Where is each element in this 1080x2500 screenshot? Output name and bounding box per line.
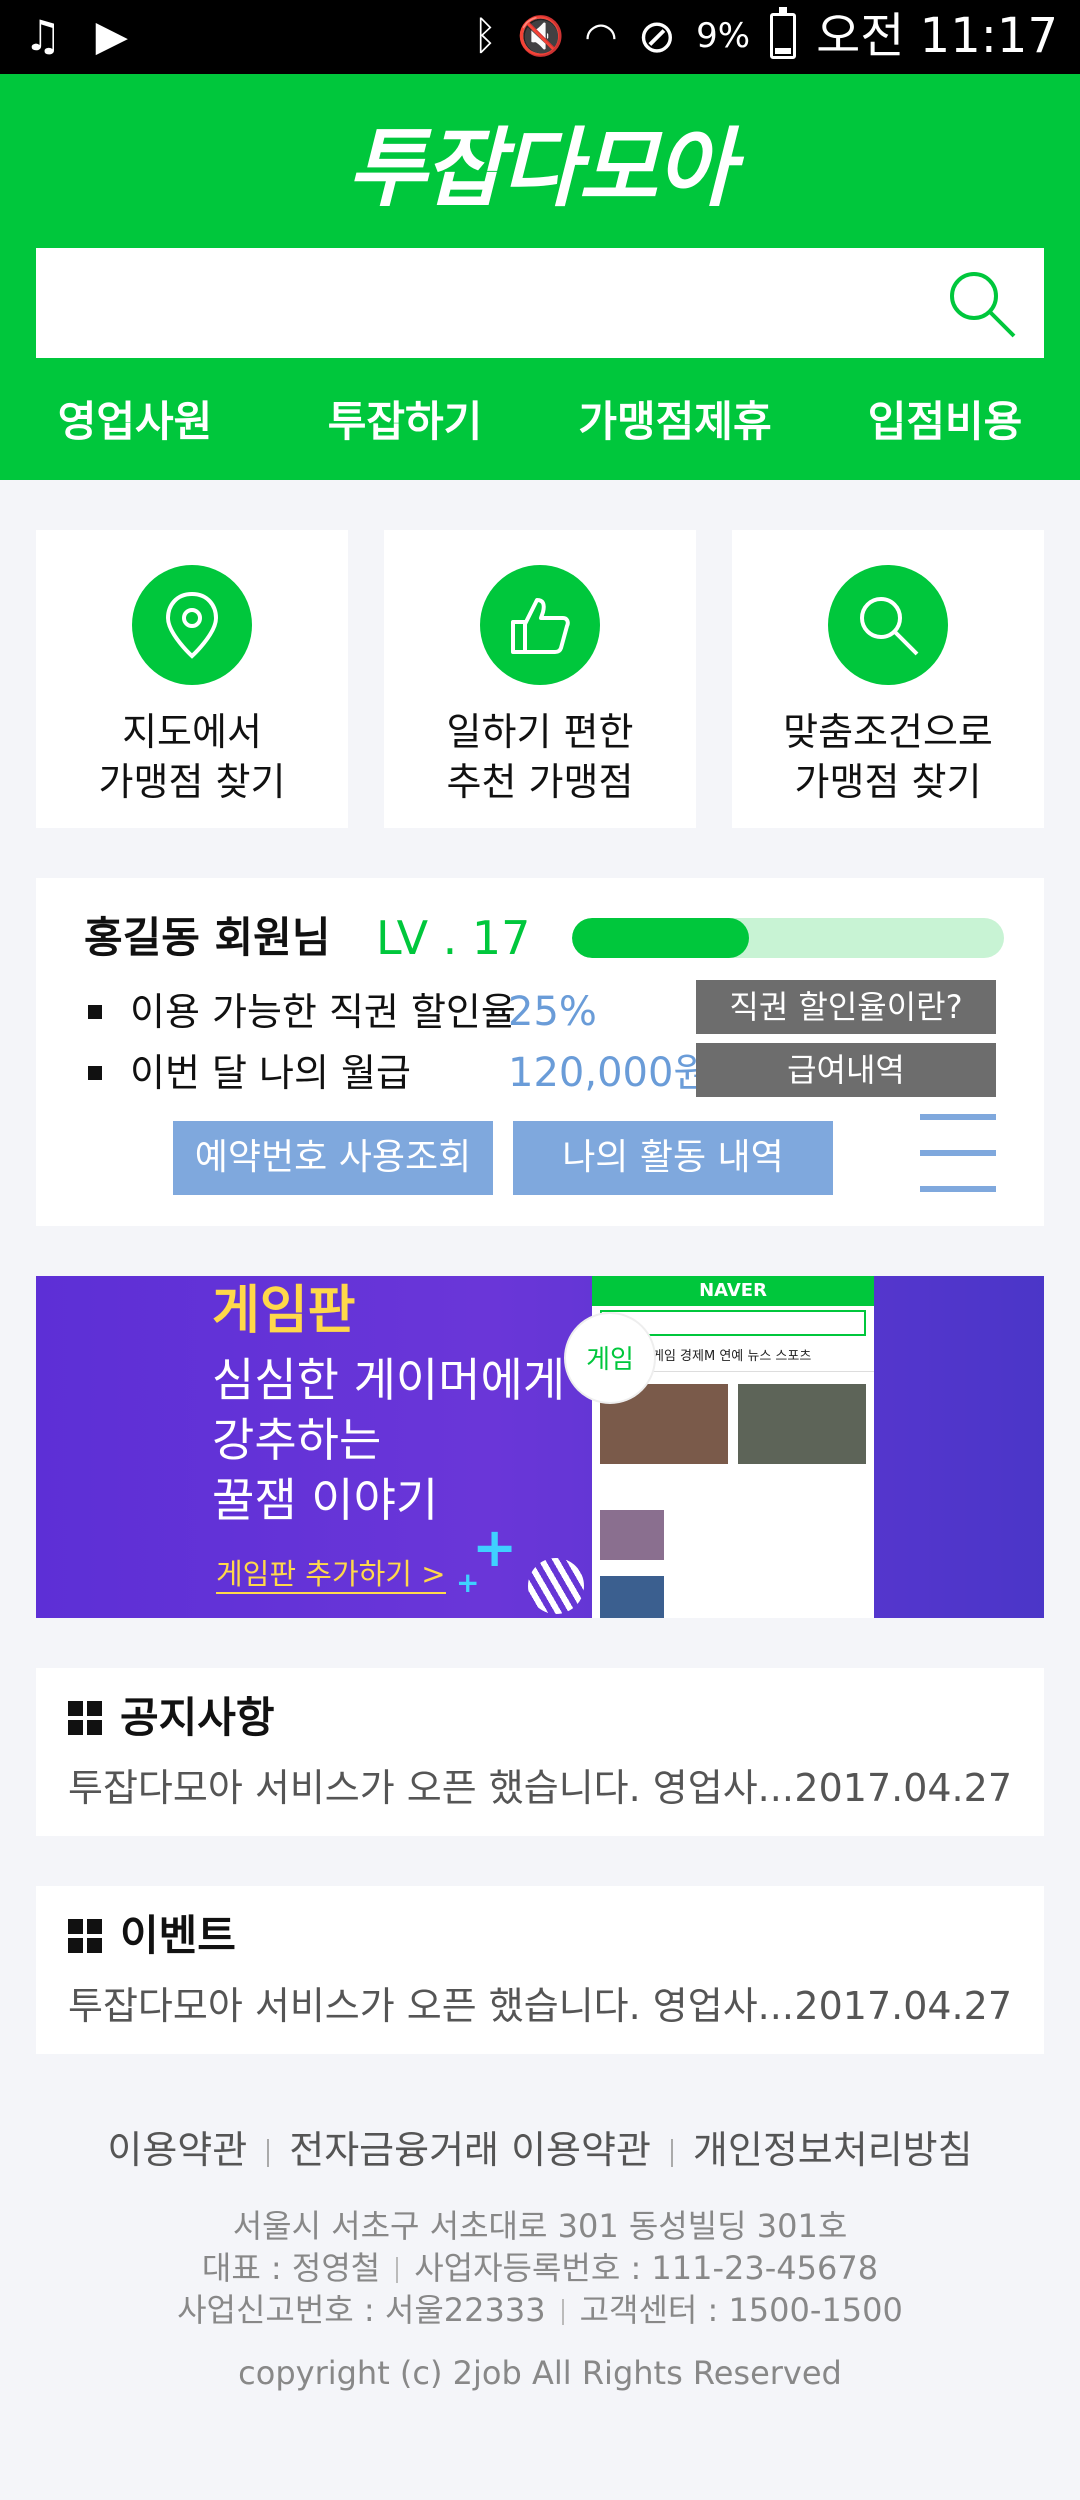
plus-decoration-icon: + xyxy=(456,1566,480,1599)
bluetooth-icon: ᛒ xyxy=(473,13,498,59)
quick-card-line2: 추천 가맹점 xyxy=(446,760,634,804)
quick-card-line2: 가맹점 찾기 xyxy=(794,760,982,804)
quick-card-recommend[interactable]: 일하기 편한 추천 가맹점 xyxy=(384,530,696,828)
level-progress-bar xyxy=(572,918,1004,958)
member-card: 홍길동 회원님 LV . 17 이용 가능한 직권 할인율 25% 직권 할인율… xyxy=(36,878,1044,1226)
do-not-disturb-icon: ⊘ xyxy=(637,9,677,63)
member-name: 홍길동 회원님 xyxy=(84,913,331,962)
footer-customer-center: 고객센터 : 1500-1500 xyxy=(579,2291,903,2329)
bullet-icon xyxy=(88,1005,102,1019)
salary-history-button[interactable]: 급여내역 xyxy=(696,1043,996,1097)
notice-section[interactable]: 공지사항 투잡다모아 서비스가 오픈 했습니다. 영업사... 2017.04.… xyxy=(36,1668,1044,1836)
stripe-circle-decoration xyxy=(528,1558,584,1614)
footer-divider xyxy=(561,2299,564,2325)
game-thumbnail xyxy=(600,1576,664,1618)
salary-row: 이번 달 나의 월급 xyxy=(88,1045,411,1101)
nav-item-franchise[interactable]: 가맹점제휴 xyxy=(540,382,810,462)
quick-card-line2: 가맹점 찾기 xyxy=(98,760,286,804)
footer-divider xyxy=(670,2138,673,2167)
discount-info-button[interactable]: 직권 할인율이란? xyxy=(696,980,996,1034)
event-date: 2017.04.27 xyxy=(794,1984,1012,2028)
footer-ceo: 대표 : 정영철 xyxy=(201,2249,381,2287)
battery-icon xyxy=(770,7,797,59)
clock: 오전 11:17 xyxy=(816,8,1058,64)
search-icon[interactable] xyxy=(942,264,1022,344)
event-title: 이벤트 xyxy=(68,1908,236,1964)
bullet-icon xyxy=(88,1066,102,1080)
thumbs-up-icon xyxy=(480,565,600,685)
quick-card-line1: 맞춤조건으로 xyxy=(783,710,993,754)
phone-header: NAVER xyxy=(592,1276,874,1306)
notice-date: 2017.04.27 xyxy=(794,1766,1012,1810)
quick-card-label: 맞춤조건으로 가맹점 찾기 xyxy=(732,707,1044,807)
quick-card-custom-search[interactable]: 맞춤조건으로 가맹점 찾기 xyxy=(732,530,1044,828)
discount-value: 25% xyxy=(508,989,597,1035)
reservation-lookup-button[interactable]: 예약번호 사용조회 xyxy=(173,1121,493,1195)
activity-history-button[interactable]: 나의 활동 내역 xyxy=(513,1121,833,1195)
banner-add-link[interactable]: 게임판 추가하기 > xyxy=(216,1556,446,1594)
status-bar: ♫ ▶ ᛒ 🔇 ◠ ⊘ 9% 오전 11:17 xyxy=(0,0,1080,74)
logo[interactable]: 투잡다모아 xyxy=(0,114,1080,224)
main-nav: 영업사원 투잡하기 가맹점제휴 입점비용 xyxy=(0,382,1080,462)
nav-item-sales[interactable]: 영업사원 xyxy=(0,382,270,462)
salary-value: 120,000원 xyxy=(508,1050,711,1096)
event-text: 투잡다모아 서비스가 오픈 했습니다. 영업사... xyxy=(68,1984,794,2028)
grid-icon xyxy=(68,1919,102,1953)
wifi-icon: ◠ xyxy=(584,14,618,58)
hamburger-menu-icon[interactable] xyxy=(920,1114,996,1194)
search-input[interactable] xyxy=(36,248,1044,358)
status-left-icons: ♫ ▶ xyxy=(24,14,128,58)
banner-title: 게임판 xyxy=(212,1281,356,1341)
footer-divider xyxy=(396,2257,399,2283)
member-level: LV . 17 xyxy=(376,911,531,965)
notice-item[interactable]: 투잡다모아 서비스가 오픈 했습니다. 영업사... 2017.04.27 xyxy=(68,1762,1012,1814)
app-header: 투잡다모아 영업사원 투잡하기 가맹점제휴 입점비용 xyxy=(0,74,1080,480)
banner-game-bubble: 게임 xyxy=(564,1312,656,1404)
quick-card-map[interactable]: 지도에서 가맹점 찾기 xyxy=(36,530,348,828)
footer-contact-info: 사업신고번호 : 서울22333 고객센터 : 1500-1500 xyxy=(0,2289,1080,2331)
status-right-icons: ᛒ 🔇 ◠ ⊘ 9% 오전 11:17 xyxy=(473,7,1058,64)
footer-divider xyxy=(267,2138,270,2167)
map-pin-icon xyxy=(132,565,252,685)
discount-label: 이용 가능한 직권 할인율 xyxy=(130,990,516,1034)
banner-subtitle: 심심한 게이머에게 강추하는 꿀잼 이야기 xyxy=(212,1353,566,1527)
notice-title: 공지사항 xyxy=(68,1690,275,1746)
mute-icon: 🔇 xyxy=(517,14,565,58)
battery-percent: 9% xyxy=(696,16,751,56)
notice-title-text: 공지사항 xyxy=(120,1693,275,1742)
footer-address: 서울시 서초구 서초대로 301 동성빌딩 301호 xyxy=(232,2207,848,2245)
footer-copyright: copyright (c) 2job All Rights Reserved xyxy=(238,2354,842,2392)
discount-row: 이용 가능한 직권 할인율 xyxy=(88,984,516,1040)
game-thumbnail xyxy=(738,1384,866,1464)
footer-biz-number: 사업자등록번호 : 111-23-45678 xyxy=(414,2249,879,2287)
promo-banner[interactable]: 게임판 심심한 게이머에게 강추하는 꿀잼 이야기 게임판 추가하기 > + +… xyxy=(36,1276,1044,1618)
music-icon: ♫ xyxy=(24,11,62,60)
play-store-icon: ▶ xyxy=(95,11,128,60)
footer-company-info: 대표 : 정영철 사업자등록번호 : 111-23-45678 xyxy=(0,2247,1080,2289)
game-thumbnail xyxy=(600,1510,664,1560)
grid-icon xyxy=(68,1701,102,1735)
quick-card-line1: 지도에서 xyxy=(122,710,262,754)
footer-link-efinance-terms[interactable]: 전자금융거래 이용약관 xyxy=(289,2128,651,2172)
quick-card-line1: 일하기 편한 xyxy=(446,710,634,754)
nav-item-fee[interactable]: 입점비용 xyxy=(810,382,1080,462)
level-progress-fill xyxy=(572,918,750,958)
search-icon xyxy=(828,565,948,685)
event-title-text: 이벤트 xyxy=(120,1911,236,1960)
event-section[interactable]: 이벤트 투잡다모아 서비스가 오픈 했습니다. 영업사... 2017.04.2… xyxy=(36,1886,1044,2054)
quick-card-label: 지도에서 가맹점 찾기 xyxy=(36,707,348,807)
footer-link-terms[interactable]: 이용약관 xyxy=(107,2128,247,2172)
footer-links: 이용약관 전자금융거래 이용약관 개인정보처리방침 xyxy=(0,2120,1080,2180)
event-item[interactable]: 투잡다모아 서비스가 오픈 했습니다. 영업사... 2017.04.27 xyxy=(68,1980,1012,2032)
nav-item-twojob[interactable]: 투잡하기 xyxy=(270,382,540,462)
notice-text: 투잡다모아 서비스가 오픈 했습니다. 영업사... xyxy=(68,1766,794,1810)
footer-link-privacy[interactable]: 개인정보처리방침 xyxy=(693,2128,973,2172)
footer-report-number: 사업신고번호 : 서울22333 xyxy=(177,2291,546,2329)
quick-card-label: 일하기 편한 추천 가맹점 xyxy=(384,707,696,807)
salary-label: 이번 달 나의 월급 xyxy=(130,1051,411,1095)
